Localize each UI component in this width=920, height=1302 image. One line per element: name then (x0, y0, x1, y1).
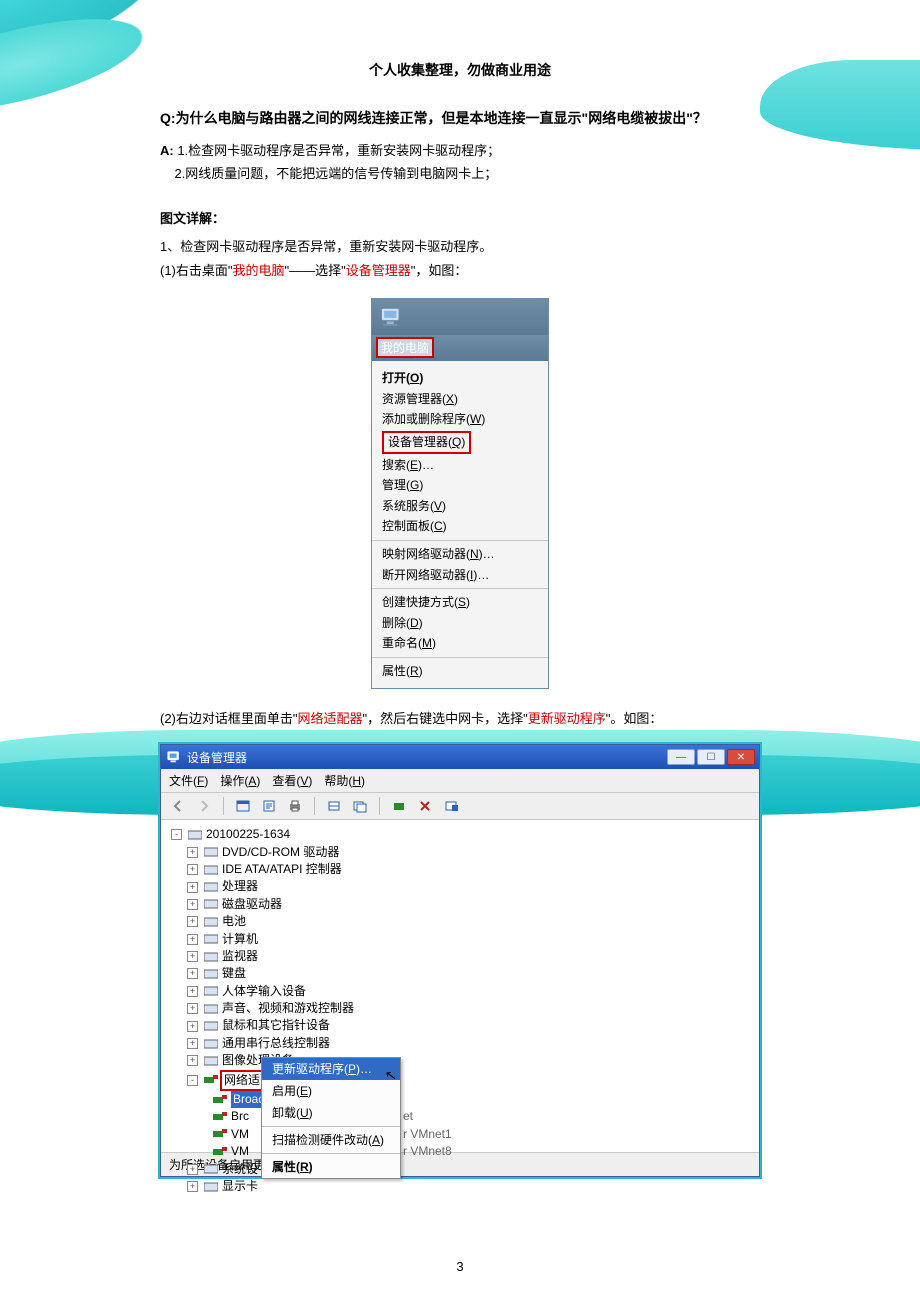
tree-node[interactable]: +声音、视频和游戏控制器 (171, 1000, 753, 1017)
tree-node[interactable]: +磁盘驱动器 (171, 896, 753, 913)
screenshot-device-manager-wrap: 设备管理器 — ☐ ✕ 文件(F) 操作(A) 查看(V) 帮助(H) (160, 744, 760, 1177)
page-number: 3 (0, 1259, 920, 1274)
step1b-pre: (1)右击桌面" (160, 263, 233, 278)
step2-red1: 网络适配器 (298, 711, 363, 726)
window-titlebar[interactable]: 设备管理器 — ☐ ✕ (161, 745, 759, 769)
desktop-icon-area (372, 299, 548, 335)
context-menu-item[interactable]: 删除(D) (372, 613, 548, 634)
menu-v[interactable]: 查看(V) (272, 772, 312, 789)
tree-node[interactable]: +DVD/CD-ROM 驱动器 (171, 844, 753, 861)
tree-node[interactable]: +处理器 (171, 878, 753, 895)
desktop-icon-label-row: 我的电脑 (372, 335, 548, 361)
my-computer-icon (378, 305, 406, 329)
tree-leaf[interactable]: Brcet (171, 1108, 753, 1125)
context-menu-item[interactable]: 映射网络驱动器(N)… (372, 544, 548, 565)
tree-node[interactable]: +电池 (171, 913, 753, 930)
tree-node[interactable]: +计算机 (171, 931, 753, 948)
context-menu-item[interactable]: 资源管理器(X) (372, 389, 548, 410)
window-buttons: — ☐ ✕ (665, 749, 755, 765)
tree-node[interactable]: +鼠标和其它指针设备 (171, 1017, 753, 1034)
step2-red2: 更新驱动程序 (528, 711, 606, 726)
context-menu-item[interactable]: 系统服务(V) (372, 496, 548, 517)
context-menu-item[interactable]: 卸载(U) (262, 1102, 400, 1124)
toolbar-print-icon[interactable] (286, 797, 304, 815)
step-1b: (1)右击桌面"我的电脑"——选择"设备管理器"，如图： (160, 259, 760, 284)
tree-node[interactable]: +监视器 (171, 948, 753, 965)
toolbar (161, 793, 759, 820)
step1b-red1: 我的电脑 (233, 263, 285, 278)
close-button[interactable]: ✕ (727, 749, 755, 765)
tree-root[interactable]: -20100225-1634 (171, 826, 753, 843)
tree-leaf[interactable]: VMr VMnet1 (171, 1126, 753, 1143)
context-menu-item[interactable]: 属性(R) (262, 1156, 400, 1178)
step-1a: 1、检查网卡驱动程序是否异常，重新安装网卡驱动程序。 (160, 235, 760, 260)
toolbar-update-icon[interactable] (351, 797, 369, 815)
tree-node[interactable]: +系统设 (171, 1161, 753, 1178)
context-menu-item[interactable]: 扫描检测硬件改动(A) (262, 1129, 400, 1151)
maximize-button[interactable]: ☐ (697, 749, 725, 765)
answer-line2: 2.网线质量问题，不能把远端的信号传输到电脑网卡上； (174, 166, 497, 181)
context-menu: 打开(O)资源管理器(X)添加或删除程序(W)设备管理器(Q)搜索(E)…管理(… (372, 361, 548, 688)
step1b-post: "，如图： (411, 263, 468, 278)
step1b-red2: 设备管理器 (346, 263, 411, 278)
tree-node[interactable]: +IDE ATA/ATAPI 控制器 (171, 861, 753, 878)
context-menu-item[interactable]: 更新驱动程序(P)… (262, 1058, 400, 1080)
toolbar-properties-icon[interactable] (260, 797, 278, 815)
back-button[interactable] (169, 797, 187, 815)
context-menu-item[interactable]: 打开(O) (372, 368, 548, 389)
minimize-button[interactable]: — (667, 749, 695, 765)
tree-leaf[interactable]: Broadcom 802.11g 网络适配器 (171, 1091, 753, 1108)
context-menu-item[interactable]: 创建快捷方式(S) (372, 592, 548, 613)
device-manager-window: 设备管理器 — ☐ ✕ 文件(F) 操作(A) 查看(V) 帮助(H) (160, 744, 760, 1177)
device-context-menu: 更新驱动程序(P)…启用(E)卸载(U) 扫描检测硬件改动(A) 属性(R) (261, 1057, 401, 1179)
screenshot-context-menu: 我的电脑 打开(O)资源管理器(X)添加或删除程序(W)设备管理器(Q)搜索(E… (371, 298, 549, 689)
tree-node[interactable]: +图像处理设备 (171, 1052, 753, 1069)
step2-mid: "，然后右键选中网卡，选择" (363, 711, 528, 726)
device-tree[interactable]: -20100225-1634+DVD/CD-ROM 驱动器+IDE ATA/AT… (161, 820, 759, 1152)
context-menu-item[interactable]: 启用(E) (262, 1080, 400, 1102)
toolbar-disable-icon[interactable] (416, 797, 434, 815)
answer-line1: 1.检查网卡驱动程序是否异常，重新安装网卡驱动程序； (174, 143, 500, 158)
context-menu-item[interactable]: 搜索(E)… (372, 455, 548, 476)
tree-node[interactable]: +键盘 (171, 965, 753, 982)
toolbar-scan-icon[interactable] (325, 797, 343, 815)
toolbar-view-icon[interactable] (234, 797, 252, 815)
tree-node[interactable]: +人体学输入设备 (171, 983, 753, 1000)
toolbar-uninstall-icon[interactable] (442, 797, 460, 815)
answer-block: A: 1.检查网卡驱动程序是否异常，重新安装网卡驱动程序； 2.网线质量问题，不… (160, 139, 760, 186)
step2-pre: (2)右边对话框里面单击" (160, 711, 298, 726)
step2-post: "。如图： (606, 711, 663, 726)
tree-node-network-adapters[interactable]: -网络适配器 (171, 1070, 753, 1091)
context-menu-item[interactable]: 控制面板(C) (372, 516, 548, 537)
device-manager-icon (167, 750, 181, 764)
tree-node[interactable]: +显示卡 (171, 1178, 753, 1195)
menu-a[interactable]: 操作(A) (220, 772, 260, 789)
window-title: 设备管理器 (187, 749, 247, 766)
question-text: 为什么电脑与路由器之间的网线连接正常，但是本地连接一直显示"网络电缆被拔出"？ (176, 110, 707, 126)
context-menu-item[interactable]: 管理(G) (372, 475, 548, 496)
page-header: 个人收集整理，勿做商业用途 (160, 60, 760, 80)
answer-prefix: A: (160, 143, 174, 158)
toolbar-enable-icon[interactable] (390, 797, 408, 815)
question-prefix: Q: (160, 110, 176, 126)
page-content: 个人收集整理，勿做商业用途 Q:为什么电脑与路由器之间的网线连接正常，但是本地连… (0, 0, 920, 1217)
context-menu-item[interactable]: 属性(R) (372, 661, 548, 682)
context-menu-item[interactable]: 设备管理器(Q) (372, 430, 548, 455)
question-line: Q:为什么电脑与路由器之间的网线连接正常，但是本地连接一直显示"网络电缆被拔出"… (160, 108, 760, 129)
menu-f[interactable]: 文件(F) (169, 772, 208, 789)
forward-button[interactable] (195, 797, 213, 815)
context-menu-item[interactable]: 重命名(M) (372, 633, 548, 654)
step-2: (2)右边对话框里面单击"网络适配器"，然后右键选中网卡，选择"更新驱动程序"。… (160, 707, 760, 732)
context-menu-item[interactable]: 添加或删除程序(W) (372, 409, 548, 430)
context-menu-item[interactable]: 断开网络驱动器(I)… (372, 565, 548, 586)
menubar: 文件(F) 操作(A) 查看(V) 帮助(H) (161, 769, 759, 793)
menu-h[interactable]: 帮助(H) (324, 772, 365, 789)
tree-node[interactable]: +通用串行总线控制器 (171, 1035, 753, 1052)
step1b-mid: "——选择" (285, 263, 346, 278)
my-computer-label: 我的电脑 (376, 337, 434, 358)
tree-leaf[interactable]: VMr VMnet8 (171, 1143, 753, 1160)
detail-title: 图文详解： (160, 208, 760, 227)
